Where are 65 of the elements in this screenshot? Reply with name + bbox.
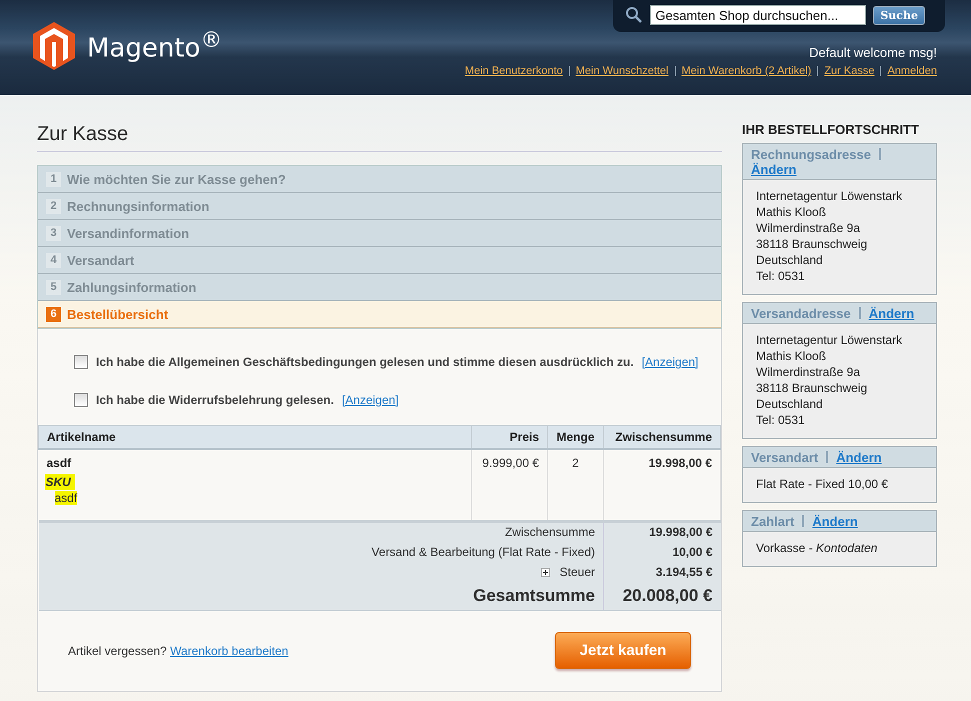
checkbox[interactable] bbox=[74, 355, 88, 369]
section-title: Versandart bbox=[751, 450, 818, 465]
total-value: 3.194,55 € bbox=[604, 562, 720, 582]
summary-line: Mathis Klooß bbox=[756, 204, 828, 220]
show-link[interactable]: [Anzeigen] bbox=[642, 355, 698, 369]
logo-text: Magento$^{®}$ bbox=[87, 28, 222, 64]
checkout-step[interactable]: 5 Zahlungsinformation bbox=[38, 274, 721, 301]
summary-line: Deutschland bbox=[756, 396, 824, 412]
checkout-step[interactable]: 6 Bestellübersicht bbox=[38, 301, 721, 328]
search-icon bbox=[625, 6, 644, 24]
total-value: 10,00 € bbox=[604, 542, 720, 562]
summary-line: Internetagentur Löwenstark bbox=[756, 332, 904, 348]
checkout-step[interactable]: 3 Versandinformation bbox=[38, 220, 721, 247]
change-link[interactable]: Ändern bbox=[868, 306, 914, 321]
column-header: Artikelname bbox=[38, 426, 472, 449]
forgot-text: Artikel vergessen? bbox=[68, 644, 167, 658]
page-title: Zur Kasse bbox=[37, 123, 722, 152]
summary-line: Wilmerdinstraße 9a bbox=[756, 364, 862, 380]
change-link[interactable]: Ändern bbox=[812, 514, 858, 529]
summary-line: Internetagentur Löwenstark bbox=[756, 188, 904, 204]
buy-now-button[interactable]: Jetzt kaufen bbox=[555, 632, 691, 669]
welcome-message: Default welcome msg! bbox=[809, 45, 937, 60]
header-link[interactable]: Mein Wunschzettel bbox=[576, 65, 668, 77]
change-link[interactable]: Ändern bbox=[836, 450, 882, 465]
total-value: 20.008,00 € bbox=[604, 582, 720, 610]
section-title: Versandadresse bbox=[751, 306, 851, 321]
column-header: Zwischensumme bbox=[604, 426, 720, 449]
product-name: asdf bbox=[46, 456, 72, 470]
option-label: SKU bbox=[44, 474, 75, 490]
agreement-text: Ich habe die Widerrufsbelehrung gelesen. bbox=[96, 393, 334, 407]
search-button[interactable]: Suche bbox=[873, 6, 925, 24]
expand-icon[interactable] bbox=[540, 568, 550, 576]
progress-title: IHR BESTELLFORTSCHRITT bbox=[742, 122, 920, 137]
section-title: Zahlart bbox=[751, 514, 794, 529]
summary-line: Flat Rate - Fixed 10,00 € bbox=[756, 476, 890, 492]
checkout-step[interactable]: 1 Wie möchten Sie zur Kasse gehen? bbox=[38, 166, 721, 193]
logo-icon bbox=[33, 22, 75, 70]
search-field[interactable]: Gesamten Shop durchsuchen... bbox=[650, 5, 866, 25]
edit-cart-link[interactable]: Warenkorb bearbeiten bbox=[170, 644, 288, 658]
summary-line: Mathis Klooß bbox=[756, 348, 828, 364]
summary-line: Tel: 0531 bbox=[756, 412, 806, 428]
total-value: 19.998,00 € bbox=[604, 522, 720, 542]
section-title: Rechnungsadresse bbox=[751, 147, 871, 162]
total-label: Versand & Bearbeitung (Flat Rate - Fixed) bbox=[372, 545, 595, 559]
checkout-step[interactable]: 2 Rechnungsinformation bbox=[38, 193, 721, 220]
column-header: Menge bbox=[548, 426, 604, 449]
column-header: Preis bbox=[472, 426, 548, 449]
agreement-text: Ich habe die Allgemeinen Geschäftsbedingungen gelesen und stimme diesen ausdrücklich zu. bbox=[96, 355, 634, 369]
summary-line: 38118 Braunschweig bbox=[756, 380, 868, 396]
summary-line: Deutschland bbox=[756, 252, 824, 268]
summary-line: Tel: 0531 bbox=[756, 268, 806, 284]
checkout-step[interactable]: 4 Versandart bbox=[38, 247, 721, 274]
change-link[interactable]: Ändern bbox=[751, 162, 796, 177]
header-link[interactable]: Mein Warenkorb (2 Artikel) bbox=[682, 65, 812, 77]
summary-line: Vorkasse - Kontodaten bbox=[756, 540, 878, 556]
summary-line: Wilmerdinstraße 9a bbox=[756, 220, 862, 236]
summary-line: 38118 Braunschweig bbox=[756, 236, 868, 252]
total-label: Steuer bbox=[560, 565, 595, 579]
total-label: Gesamtsumme bbox=[473, 586, 595, 606]
total-label: Zwischensumme bbox=[504, 525, 595, 539]
show-link[interactable]: [Anzeigen] bbox=[342, 393, 399, 407]
header-link[interactable]: Zur Kasse bbox=[824, 65, 874, 77]
checkbox[interactable] bbox=[74, 393, 88, 407]
header-link[interactable]: Anmelden bbox=[887, 65, 937, 77]
header-link[interactable]: Mein Benutzerkonto bbox=[464, 65, 563, 77]
